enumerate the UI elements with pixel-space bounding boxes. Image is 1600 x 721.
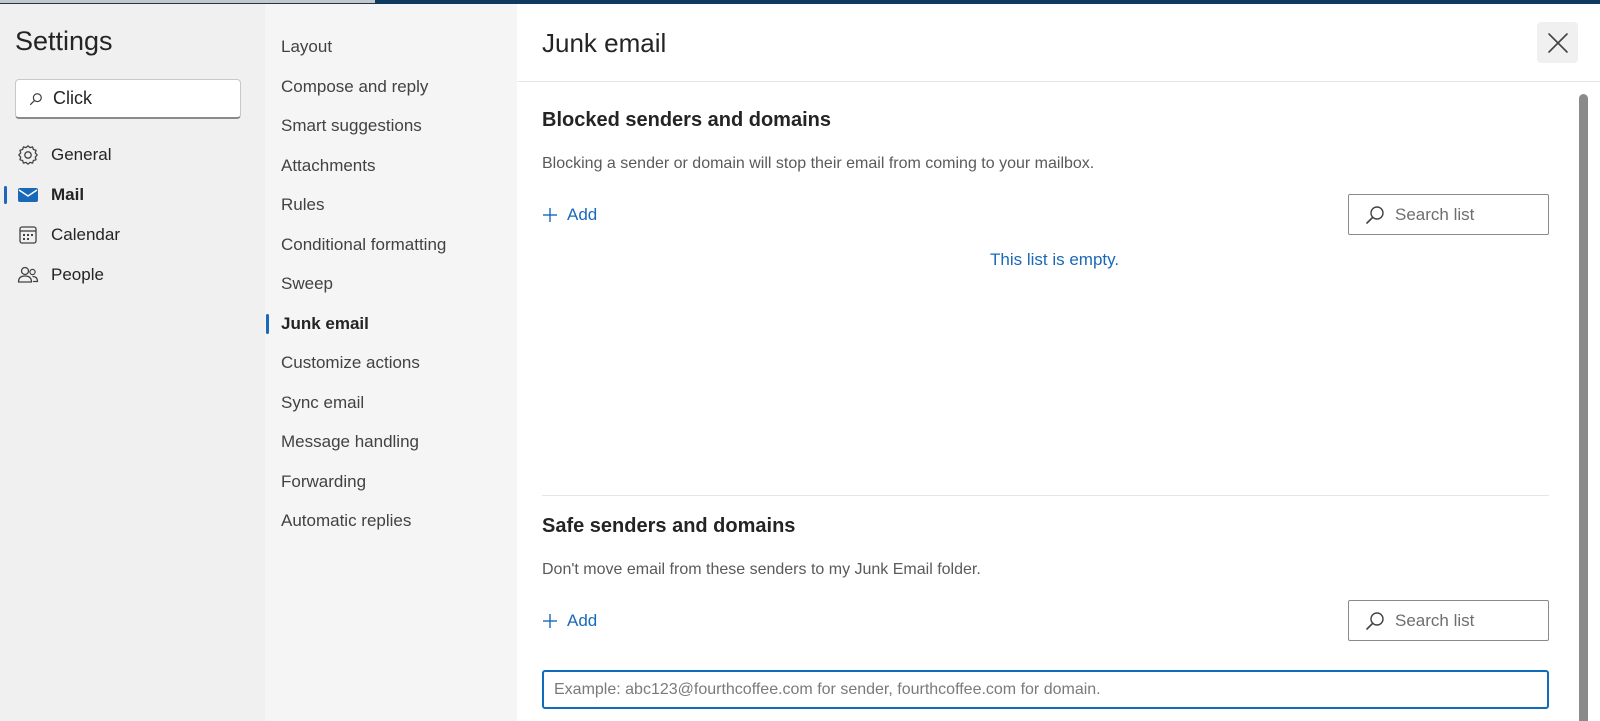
safe-section-description: Don't move email from these senders to m… <box>542 561 981 578</box>
safe-sender-input[interactable] <box>554 680 1534 699</box>
people-icon <box>17 264 39 286</box>
blocked-section-description: Blocking a sender or domain will stop th… <box>542 155 1095 172</box>
safe-section-title: Safe senders and domains <box>542 515 796 537</box>
junk-email-panel: Junk email Blocked senders and domains B… <box>517 4 1600 721</box>
settings-window: Settings General <box>0 4 1600 721</box>
mid-item-junk-email[interactable]: Junk email <box>265 304 517 344</box>
nav-item-calendar[interactable]: Calendar <box>0 215 265 255</box>
mail-icon <box>17 184 39 206</box>
section-divider <box>542 495 1549 496</box>
blocked-section-title: Blocked senders and domains <box>542 109 831 131</box>
active-indicator <box>266 314 269 334</box>
mail-settings-nav: Layout Compose and reply Smart suggestio… <box>265 4 517 721</box>
gear-icon <box>17 144 39 166</box>
blocked-search-list[interactable]: Search list <box>1348 194 1549 235</box>
top-bar-highlight <box>0 0 375 3</box>
mid-item-forwarding[interactable]: Forwarding <box>265 462 517 502</box>
search-icon <box>29 92 42 105</box>
settings-title: Settings <box>15 26 113 56</box>
add-label: Add <box>567 205 598 224</box>
mid-item-customize-actions[interactable]: Customize actions <box>265 343 517 383</box>
add-label: Add <box>567 611 598 630</box>
nav-item-label: General <box>51 145 112 164</box>
safe-sender-input-box[interactable] <box>542 670 1549 709</box>
mid-item-rules[interactable]: Rules <box>265 185 517 225</box>
panel-scrollbar[interactable] <box>1570 84 1600 721</box>
nav-item-label: People <box>51 265 104 284</box>
empty-list-message: This list is empty. <box>990 250 1120 269</box>
mid-item-sweep[interactable]: Sweep <box>265 264 517 304</box>
search-icon <box>1366 611 1384 630</box>
plus-icon <box>543 614 557 628</box>
mid-item-compose-and-reply[interactable]: Compose and reply <box>265 67 517 107</box>
mid-item-sync-email[interactable]: Sync email <box>265 383 517 423</box>
panel-header: Junk email <box>517 4 1600 82</box>
settings-left-nav: Settings General <box>0 4 265 721</box>
active-indicator <box>4 186 7 204</box>
settings-search-box[interactable] <box>15 79 241 119</box>
nav-item-people[interactable]: People <box>0 255 265 295</box>
plus-icon <box>543 208 557 222</box>
mid-item-automatic-replies[interactable]: Automatic replies <box>265 501 517 541</box>
scrollbar-thumb[interactable] <box>1579 94 1588 721</box>
nav-item-general[interactable]: General <box>0 135 265 175</box>
safe-search-list[interactable]: Search list <box>1348 600 1549 641</box>
settings-search-input[interactable] <box>53 88 223 109</box>
search-list-placeholder: Search list <box>1395 204 1475 224</box>
close-icon <box>1547 32 1568 53</box>
mid-item-label: Junk email <box>281 314 369 333</box>
close-button[interactable] <box>1537 22 1578 63</box>
mid-item-layout[interactable]: Layout <box>265 27 517 67</box>
blocked-add-button[interactable]: Add <box>542 205 597 225</box>
nav-item-mail[interactable]: Mail <box>0 175 265 215</box>
search-list-placeholder: Search list <box>1395 610 1475 630</box>
mid-item-conditional-formatting[interactable]: Conditional formatting <box>265 225 517 265</box>
page-title: Junk email <box>542 28 667 58</box>
mid-item-message-handling[interactable]: Message handling <box>265 422 517 462</box>
safe-add-button[interactable]: Add <box>542 611 597 631</box>
calendar-icon <box>17 224 39 246</box>
nav-item-label: Mail <box>51 185 85 204</box>
nav-item-label: Calendar <box>51 225 120 244</box>
mid-item-attachments[interactable]: Attachments <box>265 146 517 186</box>
search-icon <box>1366 205 1384 224</box>
mid-item-smart-suggestions[interactable]: Smart suggestions <box>265 106 517 146</box>
